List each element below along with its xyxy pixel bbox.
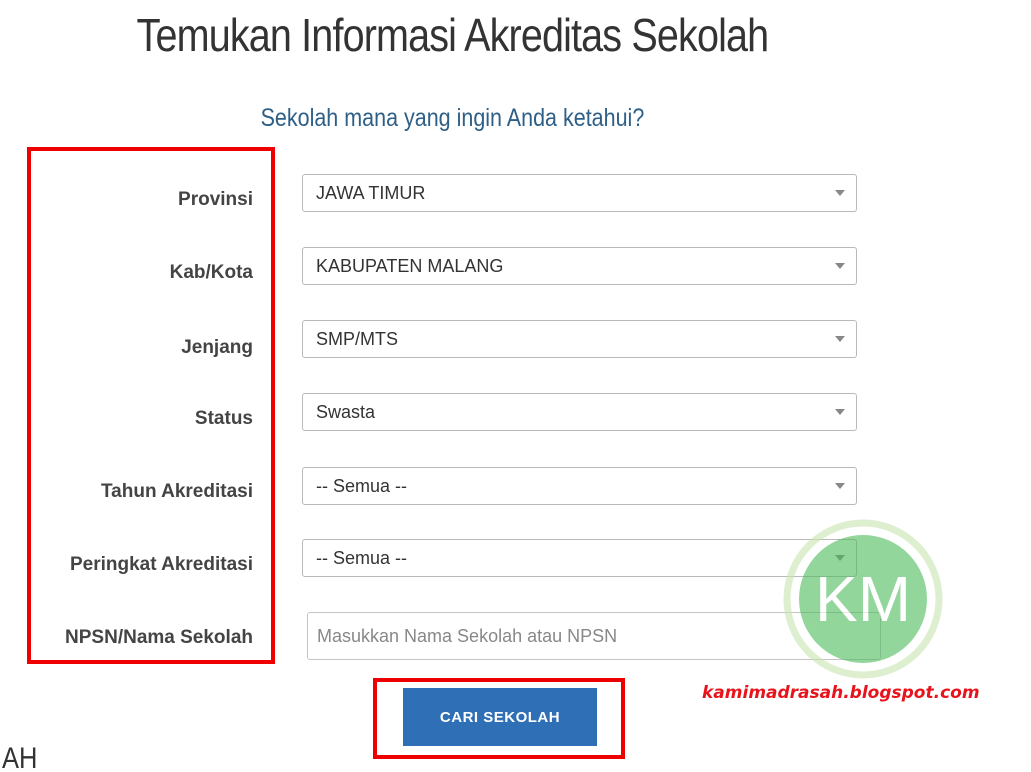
km-logo-icon: KM (783, 519, 943, 679)
tahun-akreditasi-select[interactable]: -- Semua -- (302, 467, 857, 505)
kabkota-select-value: KABUPATEN MALANG (316, 256, 504, 276)
chevron-down-icon (835, 336, 845, 342)
page-subtitle: Sekolah mana yang ingin Anda ketahui? (260, 104, 645, 132)
provinsi-select[interactable]: JAWA TIMUR (302, 174, 857, 212)
tahun-akreditasi-select-value: -- Semua -- (316, 476, 408, 496)
logo-text: KM (815, 563, 911, 635)
chevron-down-icon (835, 263, 845, 269)
blog-watermark: kamimadrasah.blogspot.com (702, 683, 980, 703)
jenjang-select[interactable]: SMP/MTS (302, 320, 857, 358)
highlight-box-labels (27, 147, 275, 664)
status-select-value: Swasta (316, 402, 376, 422)
jenjang-select-value: SMP/MTS (316, 329, 399, 349)
kabkota-select[interactable]: KABUPATEN MALANG (302, 247, 857, 285)
chevron-down-icon (835, 409, 845, 415)
peringkat-akreditasi-select[interactable]: -- Semua -- (302, 539, 857, 577)
page-title: Temukan Informasi Akreditas Sekolah (136, 9, 770, 61)
provinsi-select-value: JAWA TIMUR (316, 183, 426, 203)
peringkat-akreditasi-select-value: -- Semua -- (316, 548, 408, 568)
page: Temukan Informasi Akreditas Sekolah Seko… (0, 0, 1031, 772)
chevron-down-icon (835, 190, 845, 196)
cutoff-heading: AH (2, 742, 38, 772)
chevron-down-icon (835, 483, 845, 489)
highlight-box-button (373, 678, 625, 759)
status-select[interactable]: Swasta (302, 393, 857, 431)
